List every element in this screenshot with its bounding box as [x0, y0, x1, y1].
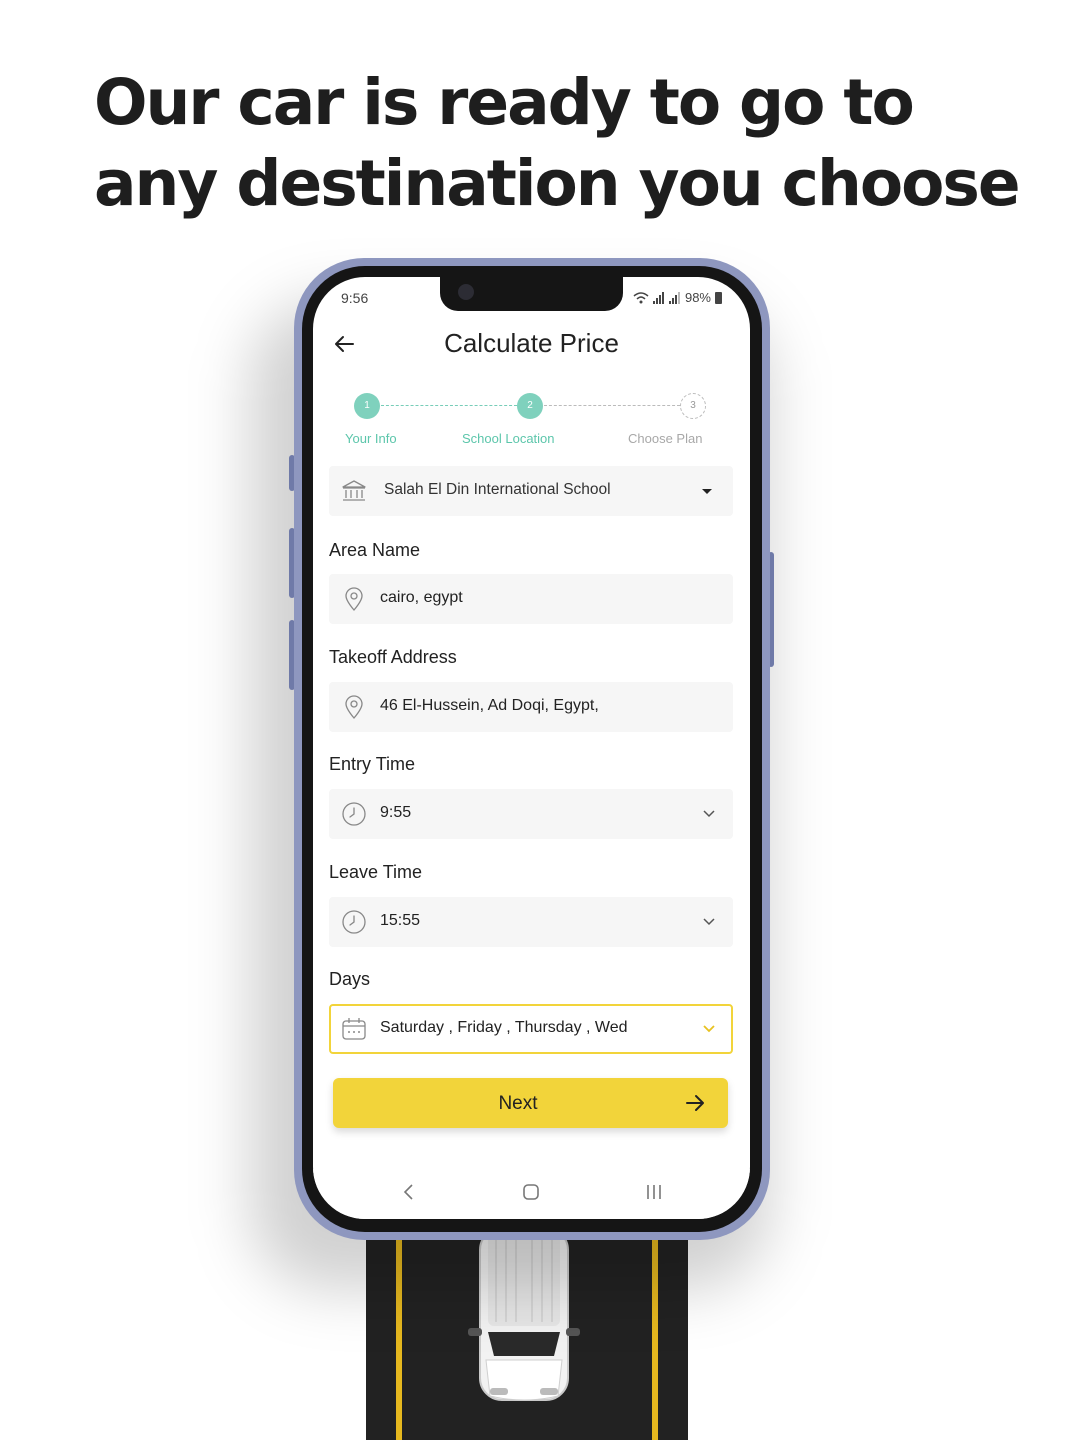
- next-button-label: Next: [498, 1093, 538, 1114]
- takeoff-address-label: Takeoff Address: [329, 647, 457, 667]
- leave-time-field[interactable]: 15:55: [329, 897, 733, 947]
- status-indicators: 98%: [633, 290, 722, 305]
- leave-time-value: 15:55: [380, 912, 421, 929]
- school-building-icon: [342, 480, 366, 501]
- nav-recents-icon[interactable]: [643, 1181, 665, 1203]
- signal-icon-2: [668, 291, 680, 304]
- area-name-value: cairo, egypt: [380, 589, 463, 606]
- school-value: Salah El Din International School: [384, 481, 611, 498]
- next-button[interactable]: Next: [333, 1078, 728, 1128]
- chevron-down-icon: [703, 918, 715, 926]
- clock-icon: [342, 802, 366, 826]
- calendar-icon: [342, 1018, 366, 1040]
- location-pin-icon: [345, 587, 363, 611]
- battery-icon: [715, 291, 722, 304]
- step-1-label: Your Info: [345, 431, 397, 446]
- step-connector-2: [544, 405, 680, 406]
- days-value: Saturday , Friday , Thursday , Wed: [380, 1019, 628, 1036]
- location-pin-icon: [345, 695, 363, 719]
- nav-back-icon[interactable]: [398, 1181, 420, 1203]
- step-1-dot: 1: [354, 393, 380, 419]
- app-header: Calculate Price: [313, 325, 750, 365]
- headline-line-2: any destination you choose: [94, 147, 1021, 220]
- battery-percent: 98%: [684, 290, 711, 305]
- headline-line-1: Our car is ready to go to: [94, 66, 915, 139]
- school-dropdown[interactable]: Salah El Din International School: [329, 466, 733, 516]
- area-name-field[interactable]: cairo, egypt: [329, 574, 733, 624]
- days-label: Days: [329, 969, 371, 989]
- leave-time-label: Leave Time: [329, 862, 423, 882]
- signal-icon: [652, 291, 664, 304]
- system-nav-bar: [313, 1169, 750, 1219]
- days-field[interactable]: Saturday , Friday , Thursday , Wed: [329, 1004, 733, 1054]
- entry-time-field[interactable]: 9:55: [329, 789, 733, 839]
- arrow-right-icon: [686, 1095, 704, 1111]
- entry-time-value: 9:55: [380, 804, 412, 821]
- clock-icon: [342, 910, 366, 934]
- step-2-label: School Location: [462, 431, 555, 446]
- phone-screen: 9:56 98% Calculate Price 1 2 3 Your Info…: [313, 277, 750, 1219]
- takeoff-address-value: 46 El-Hussein, Ad Doqi, Egypt,: [380, 697, 599, 714]
- promo-headline: Our car is ready to go to any destinatio…: [94, 62, 1034, 224]
- entry-time-label: Entry Time: [329, 754, 416, 774]
- progress-stepper: 1 2 3 Your Info School Location Choose P…: [313, 391, 750, 451]
- dropdown-triangle-icon: [702, 489, 712, 494]
- step-connector-1: [381, 405, 517, 406]
- front-camera: [458, 284, 474, 300]
- status-time: 9:56: [341, 290, 369, 306]
- step-3-label: Choose Plan: [628, 431, 703, 446]
- step-2-dot: 2: [517, 393, 543, 419]
- area-name-label: Area Name: [329, 540, 421, 560]
- step-3-dot: 3: [680, 393, 706, 419]
- page-title: Calculate Price: [444, 328, 619, 358]
- chevron-down-icon: [703, 1025, 715, 1033]
- wifi-icon: [633, 291, 649, 303]
- nav-home-icon[interactable]: [520, 1181, 542, 1203]
- chevron-down-icon: [703, 810, 715, 818]
- takeoff-address-field[interactable]: 46 El-Hussein, Ad Doqi, Egypt,: [329, 682, 733, 732]
- phone-notch: [440, 277, 623, 311]
